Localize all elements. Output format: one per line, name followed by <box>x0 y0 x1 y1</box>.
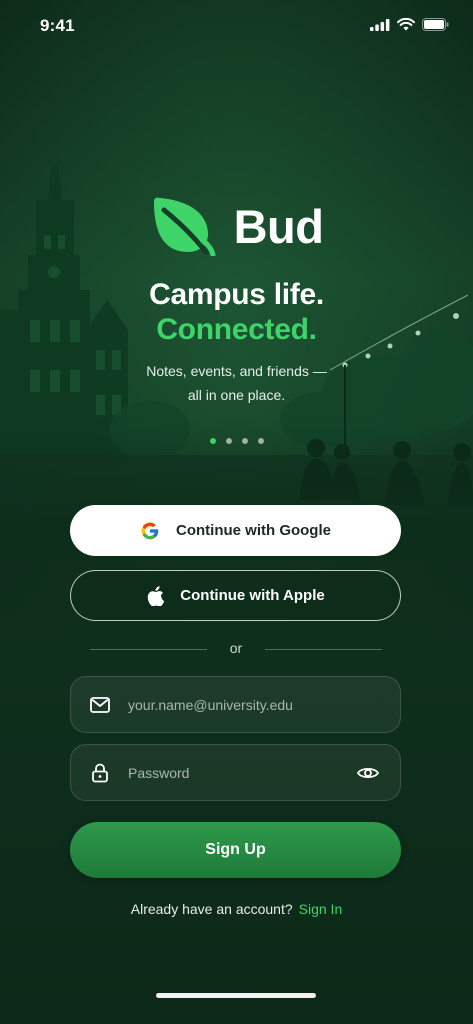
sign-up-button[interactable]: Sign Up <box>70 822 401 878</box>
wifi-icon <box>397 18 415 31</box>
carousel-indicator[interactable] <box>0 438 473 444</box>
email-field[interactable] <box>70 676 401 733</box>
app-name: Bud <box>233 199 324 253</box>
google-icon <box>141 522 159 539</box>
apple-icon <box>148 585 165 606</box>
carousel-dot-2[interactable] <box>225 438 232 444</box>
divider-line <box>265 649 382 650</box>
tagline-line1: Notes, events, and friends — <box>146 363 327 379</box>
leaf-icon <box>153 197 216 256</box>
brand-header: Bud <box>0 196 473 256</box>
signin-prompt-text: Already have an account? <box>130 901 293 917</box>
home-indicator[interactable] <box>156 993 316 998</box>
lock-icon <box>90 763 110 783</box>
signal-icon <box>370 18 390 31</box>
tagline-line2: all in one place. <box>187 387 286 403</box>
password-field[interactable] <box>70 744 401 801</box>
sign-in-link[interactable]: Sign In <box>299 901 343 917</box>
carousel-dot-3[interactable] <box>241 438 248 444</box>
show-password-eye-icon[interactable] <box>356 761 380 785</box>
battery-icon <box>422 18 449 31</box>
status-time: 9:41 <box>40 16 75 35</box>
email-input[interactable] <box>126 695 400 714</box>
status-bar: 9:41 <box>0 0 473 54</box>
sign-up-label: Sign Up <box>205 841 266 858</box>
google-button-label: Continue with Google <box>176 522 331 539</box>
headline-line1: Campus life. <box>149 278 324 311</box>
or-divider: or <box>90 640 382 658</box>
status-icons <box>370 18 449 31</box>
carousel-dot-1[interactable] <box>209 438 216 444</box>
or-text: or <box>229 640 243 656</box>
signin-prompt: Already have an account? Sign In <box>0 901 473 917</box>
mail-icon <box>90 695 110 715</box>
apple-button-label: Continue with Apple <box>180 587 325 604</box>
continue-with-apple-button[interactable]: Continue with Apple <box>70 570 401 621</box>
password-input[interactable] <box>126 763 356 782</box>
headline-line2: Connected. <box>156 313 317 346</box>
carousel-dot-4[interactable] <box>257 438 264 444</box>
continue-with-google-button[interactable]: Continue with Google <box>70 505 401 556</box>
